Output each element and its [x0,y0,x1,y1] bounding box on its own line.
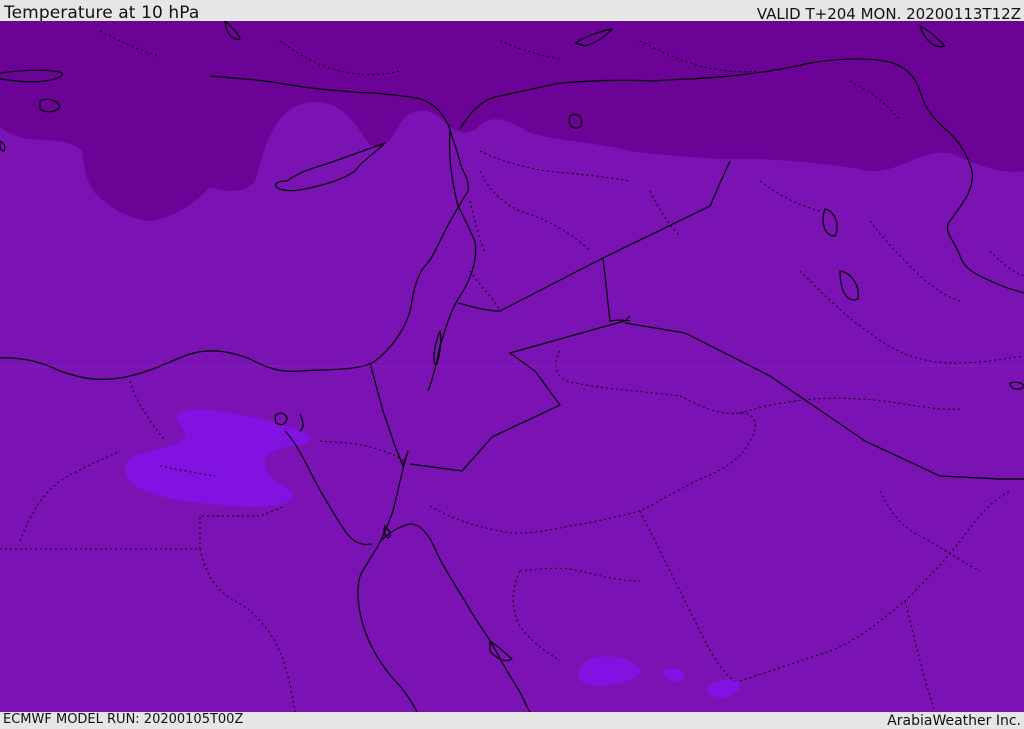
model-run-label: ECMWF MODEL RUN: 20200105T00Z [3,712,244,727]
footer-bar: ECMWF MODEL RUN: 20200105T00Z ArabiaWeat… [0,712,1024,729]
map-svg [0,21,1024,712]
map-panel [0,21,1024,712]
header-bar: Temperature at 10 hPa VALID T+204 MON. 2… [0,0,1024,23]
map-title: Temperature at 10 hPa [4,3,200,23]
credit-label: ArabiaWeather Inc. [887,713,1021,729]
